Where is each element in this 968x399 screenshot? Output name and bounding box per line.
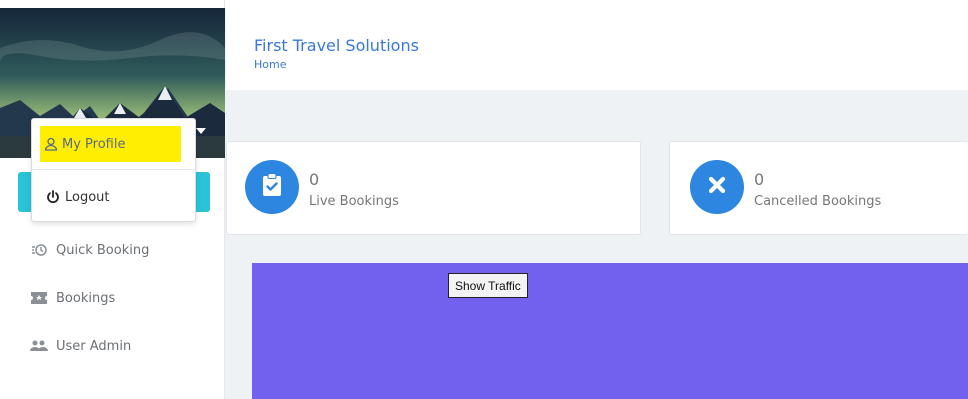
- sidebar-menu: Quick Booking Bookings User Admin: [28, 226, 149, 370]
- chevron-down-icon[interactable]: [196, 128, 206, 134]
- dropdown-divider: [32, 169, 195, 170]
- ticket-icon: [28, 292, 50, 304]
- traffic-chart-panel: [252, 263, 968, 399]
- sidebar-item-label: Bookings: [56, 290, 116, 306]
- sidebar-item-bookings[interactable]: Bookings: [28, 274, 149, 322]
- sidebar-item-label: Quick Booking: [56, 242, 150, 258]
- user-dropdown-menu: My Profile Logout: [31, 118, 196, 222]
- user-icon: [44, 137, 58, 151]
- sidebar-item-label: User Admin: [56, 338, 132, 354]
- power-icon: [46, 190, 60, 204]
- clipboard-check-icon: [262, 173, 282, 201]
- clock-icon: [28, 243, 50, 257]
- show-traffic-button[interactable]: Show Traffic: [448, 273, 528, 298]
- live-bookings-label: Live Bookings: [309, 194, 399, 209]
- sidebar-item-quick-booking[interactable]: Quick Booking: [28, 226, 149, 274]
- page-title: First Travel Solutions: [254, 36, 419, 55]
- live-bookings-count: 0: [309, 170, 320, 189]
- cancelled-bookings-card[interactable]: 0 Cancelled Bookings: [669, 141, 968, 235]
- logout-label: Logout: [65, 189, 110, 205]
- cancelled-bookings-count: 0: [754, 170, 765, 189]
- users-icon: [28, 340, 50, 352]
- cancelled-bookings-label: Cancelled Bookings: [754, 194, 882, 209]
- logout-menu-item[interactable]: Logout: [46, 184, 110, 210]
- my-profile-label: My Profile: [62, 136, 126, 152]
- breadcrumb-home[interactable]: Home: [254, 58, 286, 71]
- page-header: First Travel Solutions Home: [226, 8, 968, 90]
- close-icon: [707, 175, 727, 199]
- stat-icon-circle: [690, 160, 744, 214]
- sidebar-item-user-admin[interactable]: User Admin: [28, 322, 149, 370]
- live-bookings-card[interactable]: 0 Live Bookings: [226, 141, 641, 235]
- stat-icon-circle: [245, 160, 299, 214]
- my-profile-menu-item[interactable]: My Profile: [40, 126, 181, 162]
